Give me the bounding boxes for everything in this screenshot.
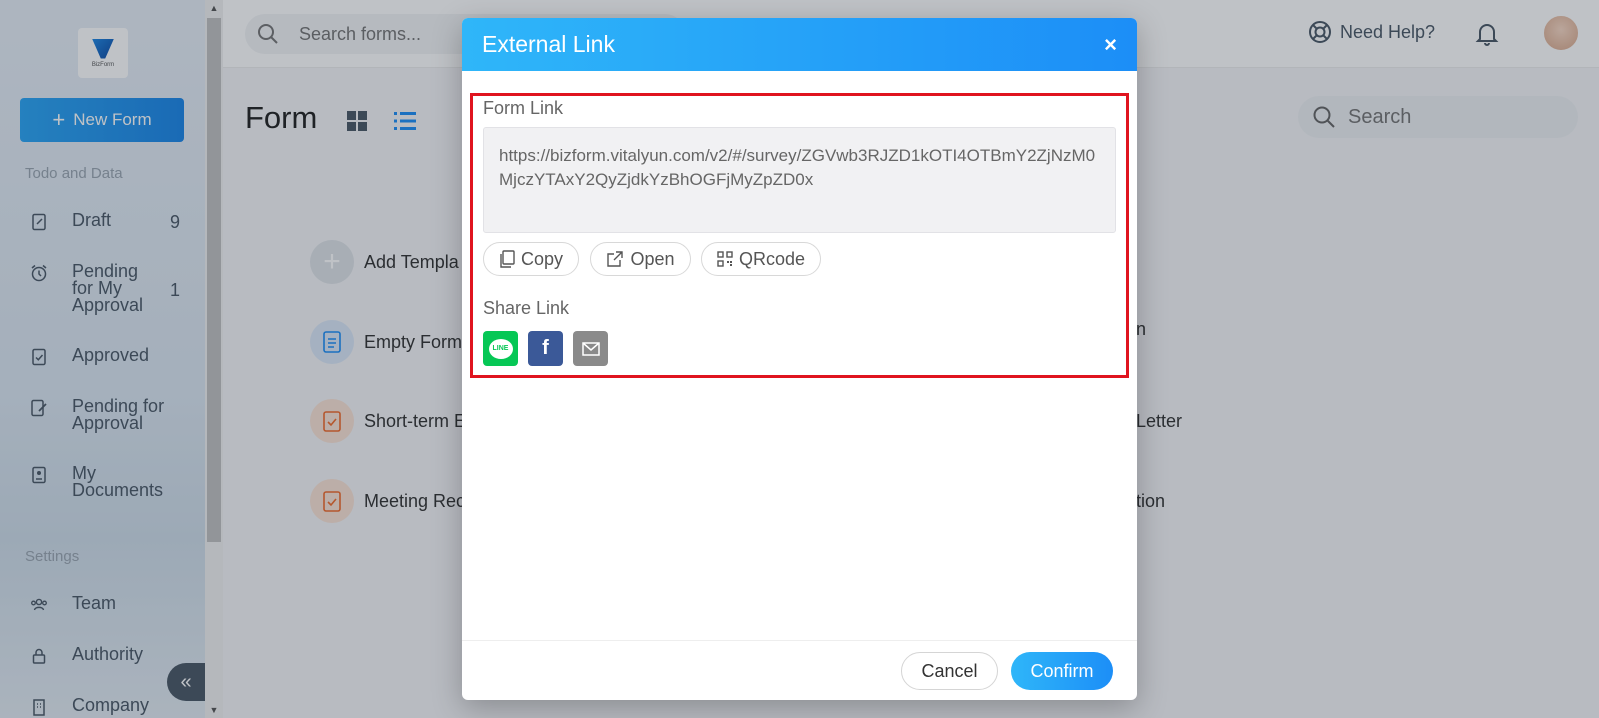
form-link-label: Form Link [483,98,564,118]
dialog-header: External Link × [462,18,1137,71]
open-label: Open [630,248,675,269]
share-link-label: Share Link [483,298,570,318]
mail-icon [581,341,600,356]
external-link-dialog: External Link × Form Link https://bizfor… [462,18,1137,700]
qrcode-button[interactable]: QRcode [701,242,821,276]
qrcode-label: QRcode [738,248,806,269]
external-link-icon [607,251,624,267]
copy-button[interactable]: Copy [483,242,579,276]
line-icon: LINE [488,338,513,359]
confirm-button[interactable]: Confirm [1011,652,1113,690]
email-share-button[interactable] [573,331,608,366]
dialog-footer: Cancel Confirm [462,640,1137,700]
qrcode-icon [717,251,733,267]
close-icon[interactable]: × [1104,32,1117,58]
line-share-button[interactable]: LINE [483,331,518,366]
cancel-button[interactable]: Cancel [901,652,998,690]
copy-icon [500,250,515,268]
facebook-share-button[interactable]: f [528,331,563,366]
dialog-title: External Link [482,31,615,57]
form-link-field[interactable]: https://bizform.vitalyun.com/v2/#/survey… [483,127,1116,233]
open-button[interactable]: Open [590,242,691,276]
copy-label: Copy [520,248,564,269]
facebook-icon: f [542,337,549,359]
